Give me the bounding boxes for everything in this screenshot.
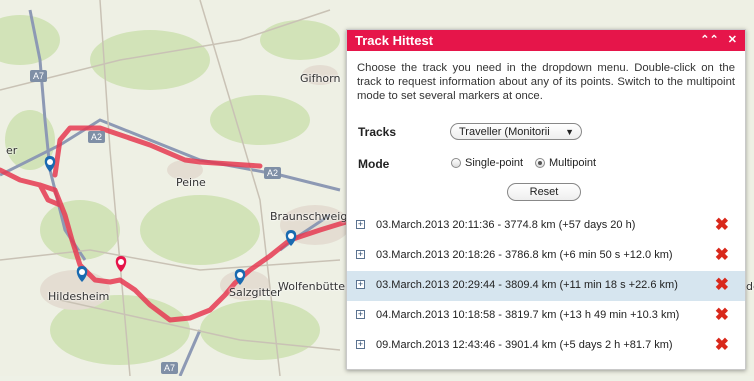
track-point-row[interactable]: +03.March.2013 20:18:26 - 3786.8 km (+6 … bbox=[347, 241, 745, 271]
track-point-text: 03.March.2013 20:18:26 - 3786.8 km (+6 m… bbox=[376, 249, 673, 261]
mode-multi-label: Multipoint bbox=[549, 157, 597, 169]
track-point-row[interactable]: +04.March.2013 10:18:58 - 3819.7 km (+13… bbox=[347, 301, 745, 331]
map-label-braunschweig: Braunschweig bbox=[270, 210, 348, 223]
panel-title: Track Hittest bbox=[355, 33, 434, 48]
track-point-row[interactable]: +03.March.2013 20:11:36 - 3774.8 km (+57… bbox=[347, 211, 745, 241]
radio-circle-selected-icon bbox=[535, 158, 545, 168]
mode-label: Mode bbox=[358, 157, 390, 171]
expand-icon[interactable]: + bbox=[356, 310, 365, 319]
map-label-gifhorn: Gifhorn bbox=[300, 72, 341, 85]
expand-icon[interactable]: + bbox=[356, 250, 365, 259]
track-point-text: 03.March.2013 20:29:44 - 3809.4 km (+11 … bbox=[376, 279, 678, 291]
mode-single-radio[interactable]: Single-point bbox=[451, 157, 523, 169]
panel-titlebar[interactable]: Track Hittest ⌃⌃ ✕ bbox=[347, 30, 745, 51]
delete-icon[interactable]: ✖ bbox=[715, 336, 729, 353]
tracks-selected-value: Traveller (Monitorii bbox=[459, 126, 550, 138]
panel-description: Choose the track you need in the dropdow… bbox=[357, 62, 735, 102]
highway-shield: A7 bbox=[161, 362, 179, 374]
track-point-text: 03.March.2013 20:11:36 - 3774.8 km (+57 … bbox=[376, 219, 636, 231]
delete-icon[interactable]: ✖ bbox=[715, 306, 729, 323]
highway-shield: A7 bbox=[30, 70, 48, 82]
highway-shield: A2 bbox=[88, 131, 106, 143]
map-label-de: de bbox=[746, 280, 754, 293]
collapse-icon[interactable]: ⌃⌃ bbox=[700, 34, 718, 46]
map-label-hildesheim: Hildesheim bbox=[48, 290, 110, 303]
track-hittest-panel: Track Hittest ⌃⌃ ✕ Choose the track you … bbox=[346, 29, 746, 370]
expand-icon[interactable]: + bbox=[356, 220, 365, 229]
mode-multi-radio[interactable]: Multipoint bbox=[535, 157, 596, 169]
track-point-row[interactable]: +03.March.2013 20:29:44 - 3809.4 km (+11… bbox=[347, 271, 745, 301]
track-point-row[interactable]: +09.March.2013 12:43:46 - 3901.4 km (+5 … bbox=[347, 331, 745, 361]
tracks-label: Tracks bbox=[358, 125, 397, 139]
track-point-list: +03.March.2013 20:11:36 - 3774.8 km (+57… bbox=[347, 211, 745, 361]
expand-icon[interactable]: + bbox=[356, 280, 365, 289]
delete-icon[interactable]: ✖ bbox=[715, 276, 729, 293]
expand-icon[interactable]: + bbox=[356, 340, 365, 349]
highway-shield: A2 bbox=[264, 167, 282, 179]
map-label-er: er bbox=[6, 144, 18, 157]
delete-icon[interactable]: ✖ bbox=[715, 216, 729, 233]
dropdown-arrow-icon: ▼ bbox=[565, 127, 574, 137]
track-point-text: 09.March.2013 12:43:46 - 3901.4 km (+5 d… bbox=[376, 339, 673, 351]
delete-icon[interactable]: ✖ bbox=[715, 246, 729, 263]
close-icon[interactable]: ✕ bbox=[728, 34, 737, 46]
reset-button[interactable]: Reset bbox=[507, 183, 581, 201]
map-label-salzgitter: Salzgitter bbox=[229, 286, 282, 299]
map-label-peine: Peine bbox=[176, 176, 206, 189]
track-point-text: 04.March.2013 10:18:58 - 3819.7 km (+13 … bbox=[376, 309, 680, 321]
tracks-dropdown[interactable]: Traveller (Monitorii ▼ bbox=[450, 123, 582, 140]
mode-single-label: Single-point bbox=[465, 157, 524, 169]
radio-circle-icon bbox=[451, 158, 461, 168]
map-label-wolfenbuettel: Wolfenbüttel bbox=[278, 280, 349, 293]
